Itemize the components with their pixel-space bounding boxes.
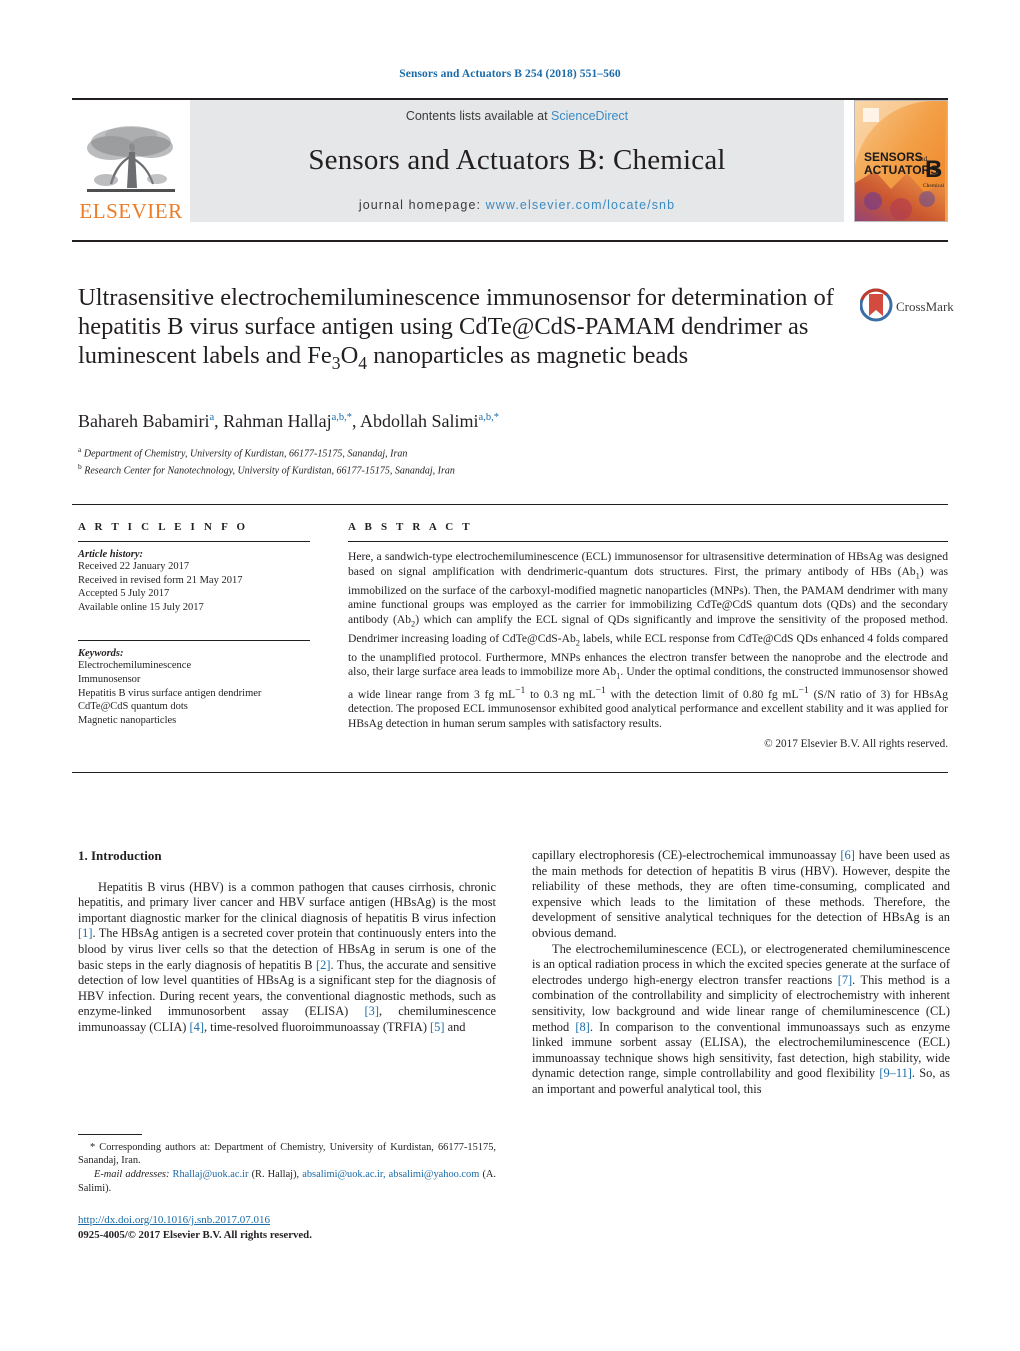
section-heading-introduction: 1. Introduction bbox=[78, 848, 162, 863]
intro-paragraph-1: Hepatitis B virus (HBV) is a common path… bbox=[78, 879, 496, 1034]
contents-lists-line: Contents lists available at ScienceDirec… bbox=[406, 109, 628, 123]
info-bottom-rule bbox=[72, 772, 948, 773]
abstract-rule bbox=[348, 541, 948, 542]
keywords-label: Keywords: bbox=[78, 648, 124, 660]
citation-3[interactable]: [3] bbox=[365, 1004, 379, 1018]
citation-4[interactable]: [4] bbox=[190, 1020, 204, 1034]
author-3-affil-marks: a,b,* bbox=[478, 412, 499, 423]
journal-homepage-link[interactable]: www.elsevier.com/locate/snb bbox=[486, 198, 676, 212]
keyword-5: Magnetic nanoparticles bbox=[78, 714, 177, 726]
abstract-panel: A B S T R A C T Here, a sandwich-type el… bbox=[348, 521, 948, 750]
affiliation-b-text: Research Center for Nanotechnology, Univ… bbox=[84, 465, 455, 477]
email-link-salimi-yahoo[interactable]: absalimi@yahoo.com bbox=[389, 1169, 480, 1180]
footnote-separator-rule bbox=[78, 1134, 142, 1135]
affiliation-b: b Research Center for Nanotechnology, Un… bbox=[78, 460, 858, 477]
journal-band: Contents lists available at ScienceDirec… bbox=[190, 100, 844, 222]
email-link-hallaj[interactable]: Rhallaj@uok.ac.ir bbox=[173, 1169, 249, 1180]
svg-text:CrossMark: CrossMark bbox=[896, 299, 954, 314]
affiliation-a-mark: a bbox=[78, 445, 82, 454]
body-column-right: capillary electrophoresis (CE)-electroch… bbox=[532, 848, 950, 1098]
affiliation-b-mark: b bbox=[78, 462, 82, 472]
keywords-rule bbox=[78, 640, 310, 642]
sciencedirect-link[interactable]: ScienceDirect bbox=[551, 109, 628, 123]
footer-block: http://dx.doi.org/10.1016/j.snb.2017.07.… bbox=[78, 1213, 578, 1242]
article-info-rule bbox=[78, 541, 310, 542]
history-received: Received 22 January 2017 bbox=[78, 561, 190, 572]
journal-title: Sensors and Actuators B: Chemical bbox=[308, 144, 726, 176]
journal-masthead: ELSEVIER Contents lists available at Sci… bbox=[72, 98, 948, 222]
svg-text:SENSORS: SENSORS bbox=[864, 150, 923, 164]
keyword-2: Immunosensor bbox=[78, 673, 141, 685]
author-1: Bahareh Babamiri bbox=[78, 411, 210, 431]
abstract-body: Here, a sandwich-type electrochemilumine… bbox=[348, 550, 949, 731]
title-block: Ultrasensitive electrochemiluminescence … bbox=[78, 283, 838, 378]
keyword-3: Hepatitis B virus surface antigen dendri… bbox=[78, 687, 262, 699]
svg-text:B: B bbox=[925, 156, 942, 183]
citation-8[interactable]: [8] bbox=[575, 1020, 589, 1034]
issn-copyright-line: 0925-4005/© 2017 Elsevier B.V. All right… bbox=[78, 1228, 312, 1241]
author-2: , Rahman Hallaj bbox=[214, 411, 332, 431]
author-3: , Abdollah Salimi bbox=[352, 411, 479, 431]
abstract-heading: A B S T R A C T bbox=[348, 521, 473, 533]
abstract-copyright: © 2017 Elsevier B.V. All rights reserved… bbox=[764, 737, 948, 750]
history-revised: Received in revised form 21 May 2017 bbox=[78, 574, 243, 586]
keyword-1: Electrochemiluminescence bbox=[78, 660, 192, 672]
corresponding-author-note: * Corresponding authors at: Department o… bbox=[78, 1142, 496, 1167]
citation-1[interactable]: [1] bbox=[78, 926, 92, 940]
affiliation-list: a Department of Chemistry, University of… bbox=[78, 443, 858, 478]
elsevier-tree-icon bbox=[87, 126, 175, 192]
keyword-4: CdTe@CdS quantum dots bbox=[78, 701, 188, 713]
paper-page: Sensors and Actuators B 254 (2018) 551–5… bbox=[0, 0, 1020, 1351]
masthead-bottom-rule bbox=[72, 240, 948, 242]
running-head: Sensors and Actuators B 254 (2018) 551–5… bbox=[399, 68, 621, 80]
email-link-salimi-uok[interactable]: absalimi@uok.ac.ir, bbox=[302, 1169, 385, 1180]
article-info-panel: A R T I C L E I N F O Article history: R… bbox=[78, 521, 310, 727]
history-accepted: Accepted 5 July 2017 bbox=[78, 588, 170, 600]
crossmark-icon: CrossMark bbox=[859, 288, 954, 322]
svg-text:Chemical: Chemical bbox=[923, 183, 945, 189]
elsevier-logo: ELSEVIER bbox=[72, 100, 190, 222]
citation-2[interactable]: [2] bbox=[316, 958, 330, 972]
citation-9-11[interactable]: [9–11] bbox=[879, 1066, 912, 1080]
article-info-heading: A R T I C L E I N F O bbox=[78, 521, 249, 533]
citation-6[interactable]: [6] bbox=[840, 848, 854, 862]
email-addresses-note: E-mail addresses: Rhallaj@uok.ac.ir (R. … bbox=[78, 1168, 496, 1194]
body-column-left: 1. Introduction Hepatitis B virus (HBV) … bbox=[78, 848, 496, 1036]
citation-5[interactable]: [5] bbox=[430, 1020, 444, 1034]
history-online: Available online 15 July 2017 bbox=[78, 601, 204, 613]
email-owner-hallaj: (R. Hallaj), bbox=[251, 1169, 300, 1181]
info-top-rule bbox=[72, 504, 948, 505]
homepage-prefix: journal homepage: bbox=[358, 198, 486, 212]
author-2-affil-marks: a,b,* bbox=[331, 412, 353, 423]
intro-paragraph-3: The electrochemiluminescence (ECL), or e… bbox=[532, 941, 951, 1096]
footnote-block: * Corresponding authors at: Department o… bbox=[78, 1141, 496, 1195]
citation-7[interactable]: [7] bbox=[838, 973, 852, 987]
journal-homepage-line: journal homepage: www.elsevier.com/locat… bbox=[359, 198, 675, 212]
email-addresses-label: E-mail addresses: bbox=[94, 1169, 170, 1181]
elsevier-wordmark: ELSEVIER bbox=[79, 199, 183, 223]
affiliation-a: a Department of Chemistry, University of… bbox=[78, 443, 858, 460]
cover-artwork: SENSORS and ACTUATORS B Chemical bbox=[855, 101, 945, 221]
journal-cover-thumbnail: SENSORS and ACTUATORS B Chemical bbox=[854, 100, 948, 222]
intro-paragraph-2: capillary electrophoresis (CE)-electroch… bbox=[532, 848, 950, 940]
article-history-label: Article history: bbox=[78, 549, 144, 560]
crossmark-badge[interactable]: CrossMark bbox=[858, 288, 958, 327]
affiliation-a-text: Department of Chemistry, University of K… bbox=[83, 448, 408, 460]
doi-link[interactable]: http://dx.doi.org/10.1016/j.snb.2017.07.… bbox=[78, 1213, 578, 1228]
contents-prefix: Contents lists available at bbox=[405, 109, 552, 123]
page-title: Ultrasensitive electrochemiluminescence … bbox=[78, 284, 834, 373]
author-list: Bahareh Babamiria, Rahman Hallaja,b,*, A… bbox=[78, 411, 858, 432]
